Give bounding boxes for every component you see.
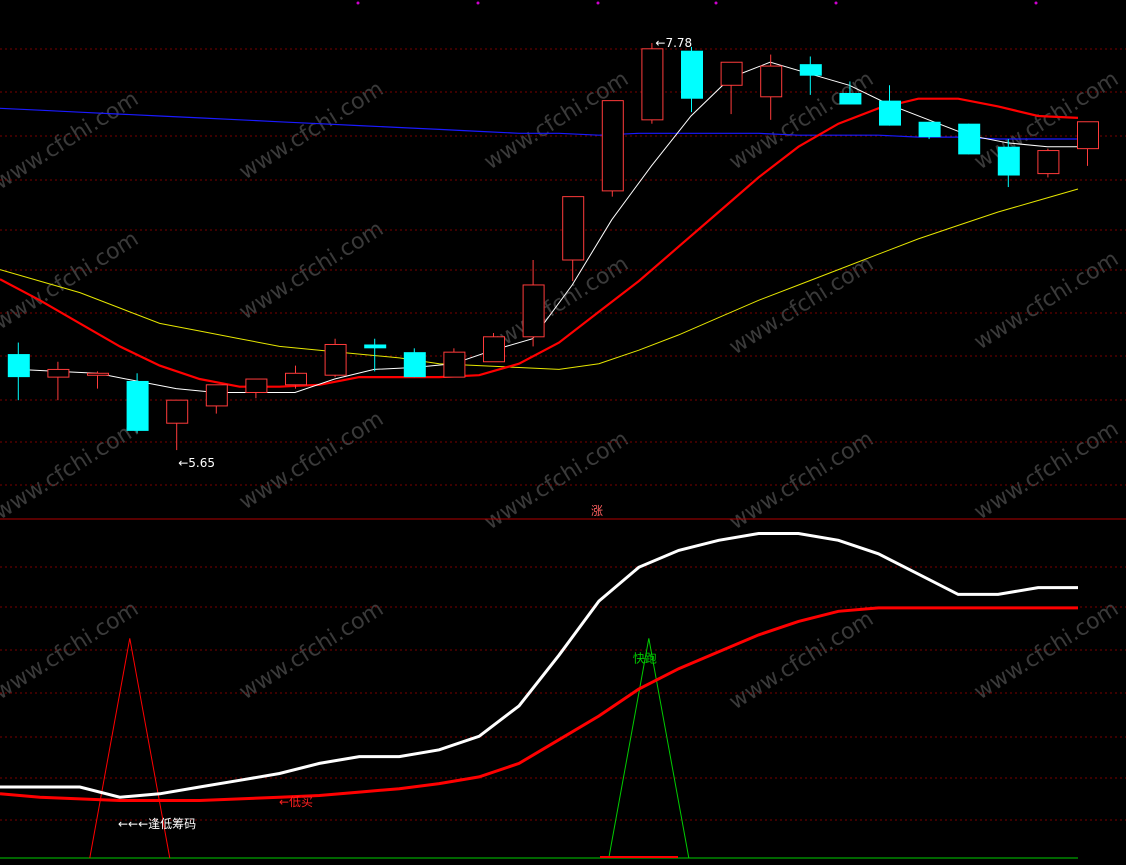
candle [720, 61, 743, 115]
candle [1077, 121, 1099, 166]
candle-body-up [483, 336, 505, 363]
watermark-text: www.cfchi.com [235, 216, 388, 325]
candle [483, 332, 505, 363]
top-tick-dot [476, 1, 480, 5]
candle-body-down [997, 146, 1020, 176]
candle [403, 348, 426, 378]
candle [285, 365, 307, 389]
top-tick-dot [834, 1, 838, 5]
candle-body-down [879, 100, 901, 126]
candle-body-up [562, 196, 585, 261]
candle-body-down [364, 344, 387, 349]
watermark-text: www.cfchi.com [0, 596, 143, 705]
watermark-text: www.cfchi.com [725, 66, 878, 175]
candle [443, 348, 466, 378]
candle-body-up [87, 372, 109, 376]
candle [1037, 148, 1060, 178]
candle-body-up [166, 399, 189, 424]
indicator-panel [0, 532, 1078, 859]
top-tick-dot [356, 1, 360, 5]
candle-body-up [1077, 121, 1099, 150]
top-tick-dot [714, 1, 718, 5]
candle-body-up [601, 100, 624, 192]
candle [7, 342, 30, 401]
high-price-label: ←7.78 [655, 36, 692, 50]
candle [879, 85, 901, 126]
candle-body-down [918, 121, 941, 138]
candle-body-down [799, 64, 822, 76]
candle [47, 361, 70, 401]
watermark-text: www.cfchi.com [970, 246, 1123, 355]
low-price-label: ←5.65 [178, 456, 215, 470]
candle [324, 338, 347, 378]
kline-chart: www.cfchi.com www.cfchi.com www.cfchi.com w… [0, 0, 1126, 865]
candle [958, 123, 981, 155]
candle-body-up [760, 65, 783, 98]
candle-body-up [522, 284, 545, 338]
candle [245, 378, 268, 399]
candle [681, 46, 703, 113]
watermark-text: www.cfchi.com [235, 406, 388, 515]
candle [522, 260, 545, 347]
candle-body-up [47, 368, 70, 378]
candle [126, 373, 149, 433]
low-chips-label: ←←←逢低筹码 [118, 817, 196, 831]
candle-body-up [245, 378, 268, 393]
candle-body-down [403, 352, 426, 378]
candle [918, 121, 941, 140]
candle-body-down [839, 92, 862, 105]
indicator-red-line [0, 606, 1078, 802]
candle-body-up [641, 48, 664, 121]
watermark-text: www.cfchi.com [0, 416, 143, 525]
watermark-text: www.cfchi.com [970, 416, 1123, 525]
candle-body-down [681, 50, 703, 99]
watermark-text: www.cfchi.com [970, 596, 1123, 705]
rise-marker: 涨 [591, 503, 603, 518]
indicator-white-line [0, 532, 1078, 799]
top-tick-dot [1034, 1, 1038, 5]
watermark-layer: www.cfchi.com www.cfchi.com www.cfchi.com w… [0, 66, 1123, 715]
ma-yellow-line [0, 188, 1079, 370]
watermark-text: www.cfchi.com [235, 596, 388, 705]
buy-low-label: ←低买 [279, 795, 313, 809]
candle-body-up [285, 372, 307, 386]
candle [166, 399, 189, 451]
candle-body-up [1037, 150, 1060, 175]
candle-body-down [126, 380, 149, 431]
chart-canvas: www.cfchi.com www.cfchi.com www.cfchi.com w… [0, 1, 1126, 859]
candle [641, 43, 664, 124]
candle-body-up [720, 61, 743, 86]
watermark-text: www.cfchi.com [725, 606, 878, 715]
candle-body-down [7, 354, 30, 378]
price-panel [0, 43, 1099, 451]
fast-run-label: 快跑 [633, 651, 657, 665]
candle-body-down [958, 123, 981, 155]
candle [799, 56, 822, 95]
candle-body-up [324, 343, 347, 376]
watermark-text: www.cfchi.com [235, 76, 388, 185]
top-tick-dot [596, 1, 600, 5]
candle [205, 384, 228, 414]
candle [601, 100, 624, 197]
candle [87, 371, 109, 389]
watermark-text: www.cfchi.com [725, 251, 878, 360]
candle-body-up [205, 384, 228, 407]
watermark-text: www.cfchi.com [0, 86, 143, 195]
candle [562, 196, 585, 282]
candle-body-up [443, 351, 466, 378]
